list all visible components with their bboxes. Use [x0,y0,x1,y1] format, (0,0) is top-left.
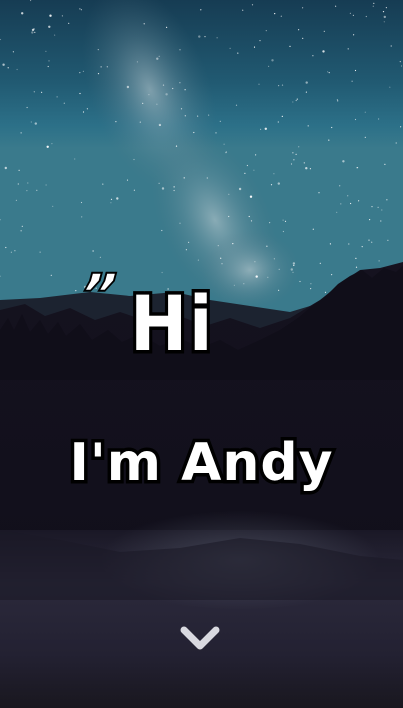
intro-heading: I'm Andy [66,429,336,496]
greeting-text: Hi [127,279,216,368]
scroll-down-button[interactable] [176,620,224,656]
chevron-down-icon [180,626,220,650]
quote-mark: ” [68,260,126,330]
hero-screen: ” Hi I'm Andy [0,0,403,708]
greeting-group: ” Hi [68,260,216,376]
